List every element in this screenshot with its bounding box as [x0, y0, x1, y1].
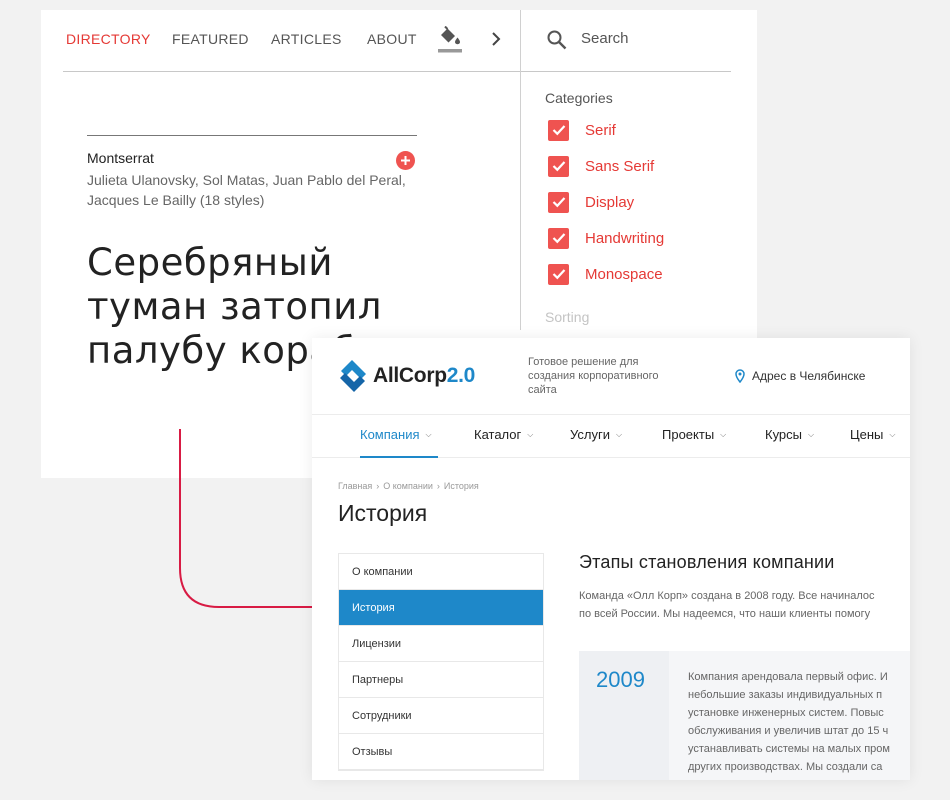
timeline-text: Компания арендовала первый офис. И небол… — [688, 668, 910, 776]
nav-catalog[interactable]: Каталог ⌵ — [474, 427, 533, 442]
main-nav: Компания ⌵ Каталог ⌵ Услуги ⌵ Проекты ⌵ Курс… — [312, 414, 910, 458]
breadcrumb-current: История — [443, 481, 479, 491]
nav-label: Проекты — [662, 427, 715, 442]
nav-projects[interactable]: Проекты ⌵ — [662, 427, 726, 442]
sidebar-item-staff[interactable]: Сотрудники — [339, 698, 543, 734]
timeline-line: Компания арендовала первый офис. И — [688, 671, 888, 683]
breadcrumb: Главная › О компании › История — [338, 481, 479, 491]
intro-line: Команда «Олл Корп» создана в 2008 году. … — [579, 590, 875, 602]
nav-company[interactable]: Компания ⌵ — [360, 427, 432, 442]
timeline-year-box: 2009 — [579, 651, 669, 780]
nav-label: Услуги — [570, 427, 610, 442]
sidebar-item-about[interactable]: О компании — [339, 554, 543, 590]
chevron-down-icon: ⌵ — [425, 430, 432, 439]
nav-services[interactable]: Услуги ⌵ — [570, 427, 622, 442]
site-tagline: Готовое решение для создания корпоративн… — [528, 356, 659, 396]
active-nav-indicator — [360, 456, 438, 458]
corporate-site-panel: AllCorp2.0 Готовое решение для создания … — [312, 338, 910, 780]
sidebar-item-reviews[interactable]: Отзывы — [339, 734, 543, 770]
page-title: История — [338, 500, 428, 526]
map-pin-icon — [735, 369, 745, 383]
breadcrumb-about[interactable]: О компании — [383, 481, 433, 491]
sidebar-item-history[interactable]: История — [339, 590, 543, 626]
allcorp-logo-text[interactable]: AllCorp2.0 — [373, 364, 475, 388]
breadcrumb-separator: › — [436, 481, 440, 491]
timeline-year: 2009 — [596, 667, 645, 692]
sidebar-item-partners[interactable]: Партнеры — [339, 662, 543, 698]
timeline-line: небольшие заказы индивидуальных п — [688, 689, 883, 701]
nav-label: Компания — [360, 427, 420, 442]
address-link[interactable]: Адрес в Челябинске — [752, 369, 865, 383]
nav-label: Курсы — [765, 427, 803, 442]
timeline-line: обслуживания и увеличив штат до 15 ч — [688, 725, 889, 737]
sidebar-menu: О компании История Лицензии Партнеры Сот… — [338, 553, 544, 771]
logo-version: 2.0 — [446, 364, 476, 387]
chevron-down-icon: ⌵ — [615, 430, 623, 439]
breadcrumb-home[interactable]: Главная — [338, 481, 372, 491]
timeline-entry: 2009 Компания арендовала первый офис. И … — [579, 651, 910, 780]
logo-name: AllCorp — [373, 364, 447, 387]
timeline-line: других производствах. Мы создали са — [688, 761, 883, 773]
nav-label: Цены — [850, 427, 884, 442]
allcorp-logo-icon[interactable] — [336, 358, 370, 394]
chevron-down-icon: ⌵ — [527, 430, 534, 439]
nav-label: Каталог — [474, 427, 522, 442]
chevron-down-icon: ⌵ — [889, 430, 896, 439]
breadcrumb-separator: › — [376, 481, 380, 491]
chevron-down-icon: ⌵ — [808, 430, 815, 439]
sidebar-item-licenses[interactable]: Лицензии — [339, 626, 543, 662]
section-title: Этапы становления компании — [579, 552, 835, 572]
timeline-line: установке инженерных систем. Повыс — [688, 707, 884, 719]
nav-prices[interactable]: Цены ⌵ — [850, 427, 895, 442]
intro-text: Команда «Олл Корп» создана в 2008 году. … — [579, 587, 910, 623]
intro-line: по всей России. Мы надеемся, что наши кл… — [579, 608, 871, 620]
chevron-down-icon: ⌵ — [720, 430, 727, 439]
nav-courses[interactable]: Курсы ⌵ — [765, 427, 814, 442]
timeline-line: устанавливать системы на малых пром — [688, 743, 890, 755]
